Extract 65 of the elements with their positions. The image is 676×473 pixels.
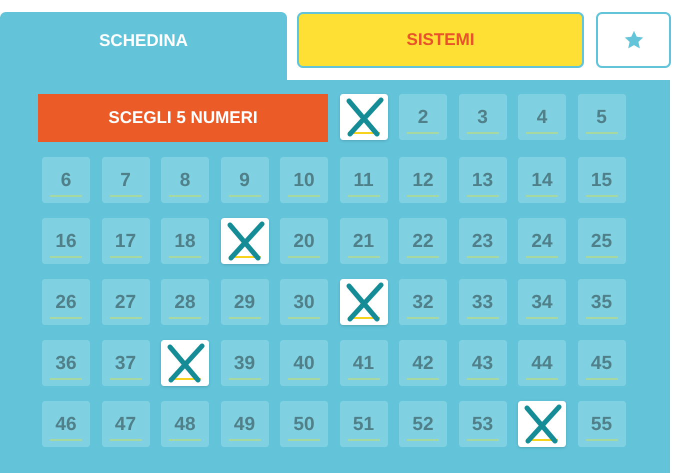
number-cell[interactable]: 40 — [280, 340, 328, 386]
number-cell[interactable]: 7 — [102, 157, 150, 203]
number-cell[interactable]: 15 — [578, 157, 626, 203]
number-cell[interactable]: 20 — [280, 218, 328, 264]
number-cell[interactable]: 47 — [102, 401, 150, 447]
number-cell[interactable]: 33 — [458, 279, 506, 325]
number-cell[interactable] — [340, 94, 388, 140]
star-icon — [622, 29, 644, 51]
number-cell[interactable]: 5 — [578, 94, 626, 140]
number-cell[interactable]: 27 — [102, 279, 150, 325]
number-cell[interactable]: 9 — [220, 157, 268, 203]
number-cell[interactable] — [220, 218, 268, 264]
number-cell[interactable]: 41 — [340, 340, 388, 386]
number-cell[interactable]: 53 — [458, 401, 506, 447]
cross-mark-icon — [344, 97, 384, 137]
number-cell[interactable]: 48 — [161, 401, 209, 447]
instruction-banner: SCEGLI 5 NUMERI — [38, 94, 328, 142]
number-cell[interactable]: 12 — [399, 157, 447, 203]
number-cell[interactable]: 17 — [102, 218, 150, 264]
number-cell[interactable]: 46 — [42, 401, 90, 447]
number-cell[interactable]: 39 — [220, 340, 268, 386]
number-cell[interactable]: 50 — [280, 401, 328, 447]
number-cell[interactable]: 29 — [220, 279, 268, 325]
number-cell[interactable]: 32 — [399, 279, 447, 325]
number-cell[interactable]: 45 — [578, 340, 626, 386]
number-cell[interactable]: 28 — [161, 279, 209, 325]
number-cell[interactable]: 4 — [518, 94, 566, 140]
cross-mark-icon — [165, 343, 205, 383]
number-cell[interactable]: 14 — [518, 157, 566, 203]
number-cell[interactable]: 26 — [42, 279, 90, 325]
number-cell[interactable]: 36 — [42, 340, 90, 386]
number-cell[interactable]: 18 — [161, 218, 209, 264]
number-cell[interactable]: 34 — [518, 279, 566, 325]
number-cell[interactable]: 25 — [578, 218, 626, 264]
number-cell[interactable]: 13 — [458, 157, 506, 203]
number-cell[interactable]: 52 — [399, 401, 447, 447]
number-cell[interactable]: 37 — [102, 340, 150, 386]
number-cell[interactable]: 21 — [340, 218, 388, 264]
number-cell[interactable]: 23 — [458, 218, 506, 264]
cross-mark-icon — [344, 282, 384, 322]
tab[interactable]: SISTEMI — [297, 12, 584, 68]
number-cell[interactable]: 30 — [280, 279, 328, 325]
number-cell[interactable]: 11 — [340, 157, 388, 203]
number-cell[interactable]: 42 — [399, 340, 447, 386]
cross-mark-icon — [224, 221, 264, 261]
number-cell[interactable]: 2 — [399, 94, 447, 140]
number-cell[interactable]: 22 — [399, 218, 447, 264]
number-cell[interactable]: 44 — [518, 340, 566, 386]
number-cell[interactable] — [161, 340, 209, 386]
cross-mark-icon — [522, 404, 562, 444]
number-cell[interactable]: 55 — [578, 401, 626, 447]
number-cell[interactable]: 51 — [340, 401, 388, 447]
number-cell[interactable]: 10 — [280, 157, 328, 203]
number-cell[interactable]: 16 — [42, 218, 90, 264]
number-cell[interactable]: 8 — [161, 157, 209, 203]
number-cell[interactable] — [340, 279, 388, 325]
number-cell[interactable]: 3 — [458, 94, 506, 140]
favorites-button[interactable] — [596, 12, 671, 68]
number-cell[interactable]: 43 — [458, 340, 506, 386]
tab[interactable]: SCHEDINA — [0, 12, 287, 80]
number-cell[interactable]: 35 — [578, 279, 626, 325]
number-cell[interactable] — [518, 401, 566, 447]
number-cell[interactable]: 6 — [42, 157, 90, 203]
number-cell[interactable]: 24 — [518, 218, 566, 264]
number-cell[interactable]: 49 — [220, 401, 268, 447]
